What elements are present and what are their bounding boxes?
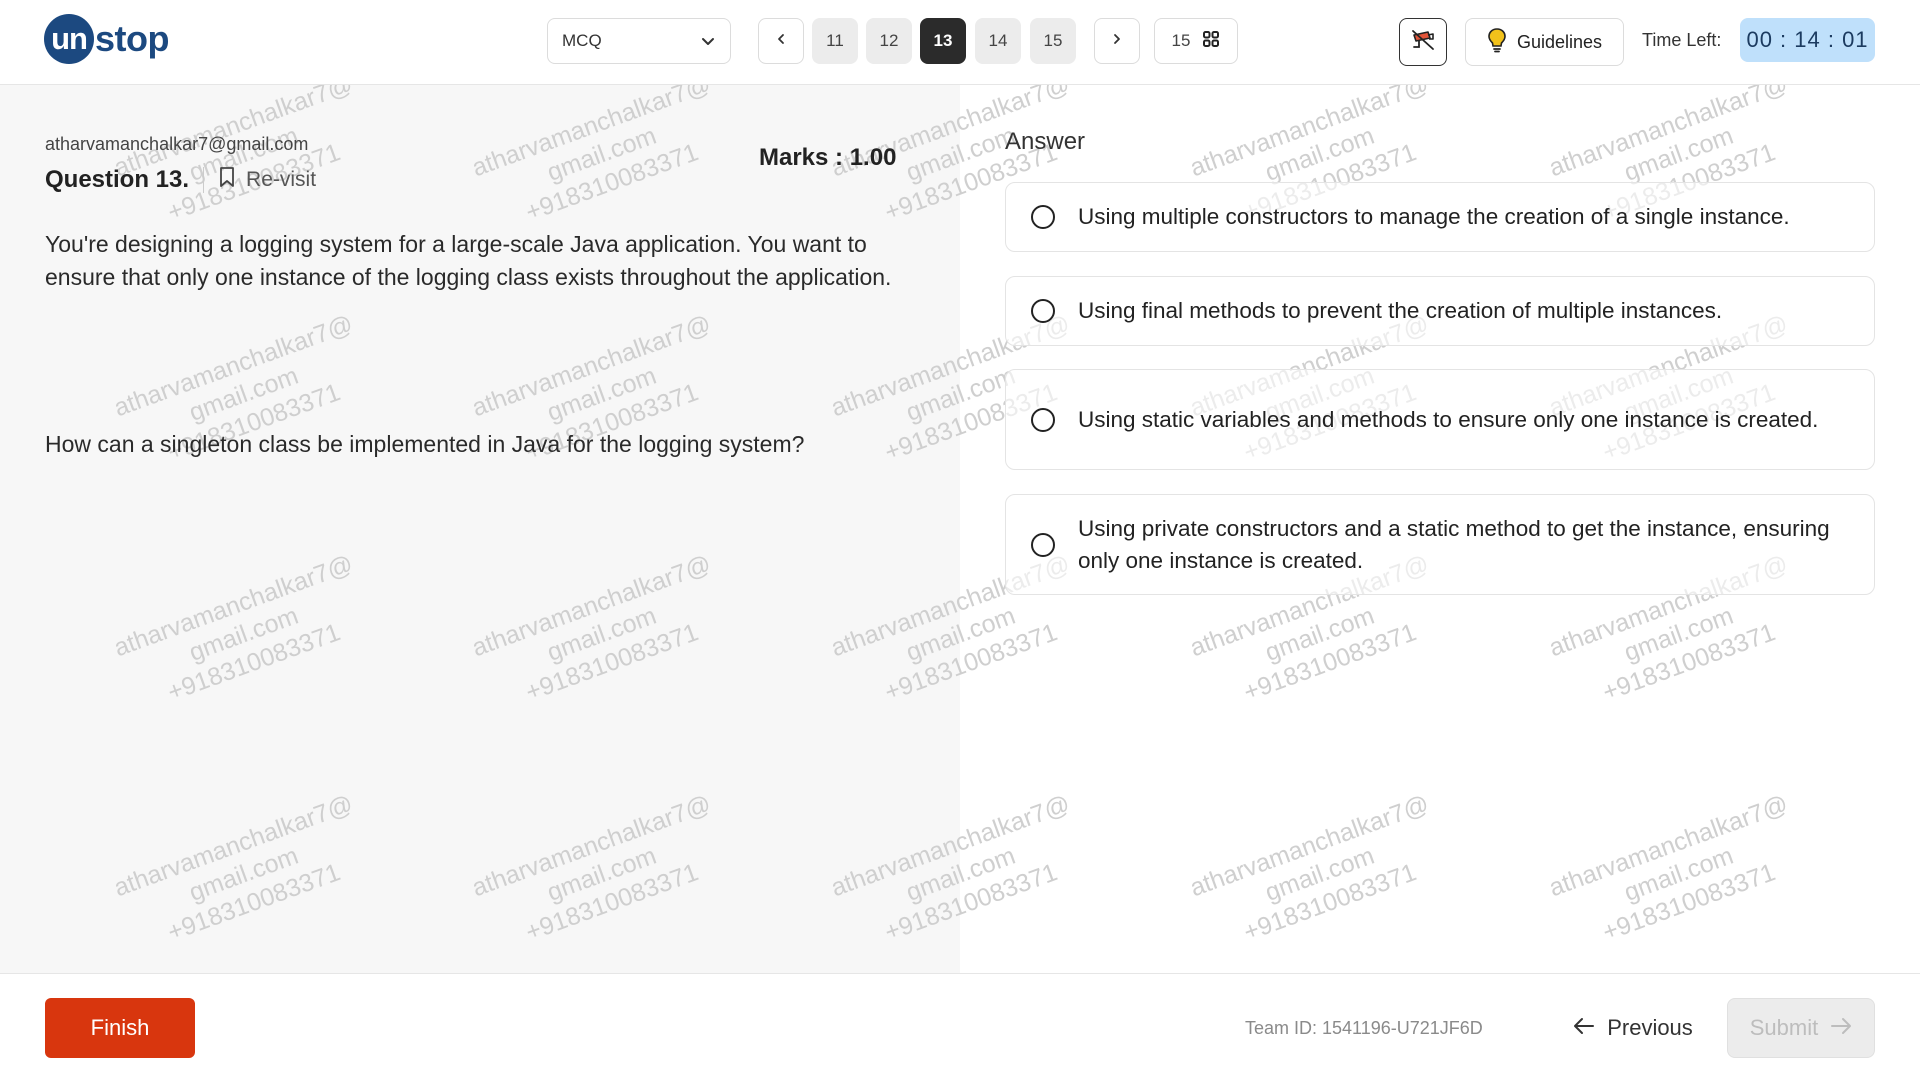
question-marks: Marks : 1.00 <box>759 144 897 171</box>
bottom-bar: Finish Team ID: 1541196-U721JF6D Previou… <box>0 973 1920 1081</box>
team-id: Team ID: 1541196-U721JF6D <box>1245 1018 1483 1038</box>
question-page-11[interactable]: 11 <box>812 18 858 64</box>
submit-label: Submit <box>1749 1015 1819 1040</box>
logo-mark: un <box>44 14 94 64</box>
all-questions-button[interactable]: 15 <box>1154 18 1238 64</box>
user-email: atharvamanchalkar7@gmail.com <box>45 134 309 154</box>
question-type-select[interactable]: MCQ <box>547 18 731 64</box>
bookmark-icon <box>218 166 236 194</box>
question-page-12[interactable]: 12 <box>866 18 912 64</box>
question-page-13-current[interactable]: 13 <box>920 18 966 64</box>
radio-button[interactable] <box>1031 205 1055 229</box>
answer-heading: Answer <box>1005 128 1086 155</box>
answer-option-4[interactable]: Using private constructors and a static … <box>1005 494 1875 595</box>
question-type-value: MCQ <box>562 31 602 50</box>
option-text: Using private constructors and a static … <box>1078 515 1830 573</box>
radio-button[interactable] <box>1031 407 1055 432</box>
proctor-camera-button[interactable] <box>1399 18 1447 66</box>
chevron-right-icon <box>1110 31 1124 51</box>
next-page-button[interactable] <box>1094 18 1140 64</box>
lightbulb-icon <box>1487 27 1507 58</box>
arrow-left-icon <box>1573 1015 1595 1041</box>
chevron-left-icon <box>774 31 788 51</box>
answer-option-2[interactable]: Using final methods to prevent the creat… <box>1005 276 1875 346</box>
total-questions-count: 15 <box>1171 31 1191 50</box>
option-text: Using multiple constructors to manage th… <box>1078 204 1790 229</box>
option-text: Using final methods to prevent the creat… <box>1078 298 1723 323</box>
question-page-14[interactable]: 14 <box>975 18 1021 64</box>
finish-button[interactable]: Finish <box>45 998 195 1058</box>
answer-option-3[interactable]: Using static variables and methods to en… <box>1005 369 1875 470</box>
previous-button[interactable]: Previous <box>1568 998 1698 1058</box>
chevron-down-icon <box>700 33 716 49</box>
question-title: Question 13. <box>45 166 190 193</box>
camera-off-icon <box>1409 26 1437 59</box>
question-body: You're designing a logging system for a … <box>45 231 892 290</box>
question-page-15[interactable]: 15 <box>1030 18 1076 64</box>
question-prompt: How can a singleton class be implemented… <box>45 431 805 457</box>
guidelines-button[interactable]: Guidelines <box>1465 18 1624 66</box>
logo-wordmark: stop <box>95 18 170 59</box>
question-header-row: Question 13. Re-visit <box>45 166 316 194</box>
revisit-button[interactable]: Re-visit <box>218 166 316 194</box>
guidelines-label: Guidelines <box>1516 31 1603 52</box>
arrow-right-icon <box>1830 1015 1852 1041</box>
answer-option-1[interactable]: Using multiple constructors to manage th… <box>1005 182 1875 252</box>
revisit-label: Re-visit <box>246 168 317 191</box>
countdown-timer: 00 : 14 : 01 <box>1740 18 1875 62</box>
prev-page-button[interactable] <box>758 18 804 64</box>
radio-button[interactable] <box>1031 532 1055 557</box>
submit-button[interactable]: Submit <box>1727 998 1875 1058</box>
grid-icon <box>1202 30 1220 53</box>
radio-button[interactable] <box>1031 299 1055 323</box>
option-text: Using static variables and methods to en… <box>1078 406 1819 432</box>
time-left-label: Time Left: <box>1642 30 1722 50</box>
question-panel <box>0 85 960 973</box>
previous-label: Previous <box>1607 1015 1693 1040</box>
top-bar: un stop MCQ 11 12 13 14 15 15 Guidelines… <box>0 0 1920 85</box>
unstop-logo[interactable]: un stop <box>44 14 170 64</box>
divider <box>203 167 205 193</box>
